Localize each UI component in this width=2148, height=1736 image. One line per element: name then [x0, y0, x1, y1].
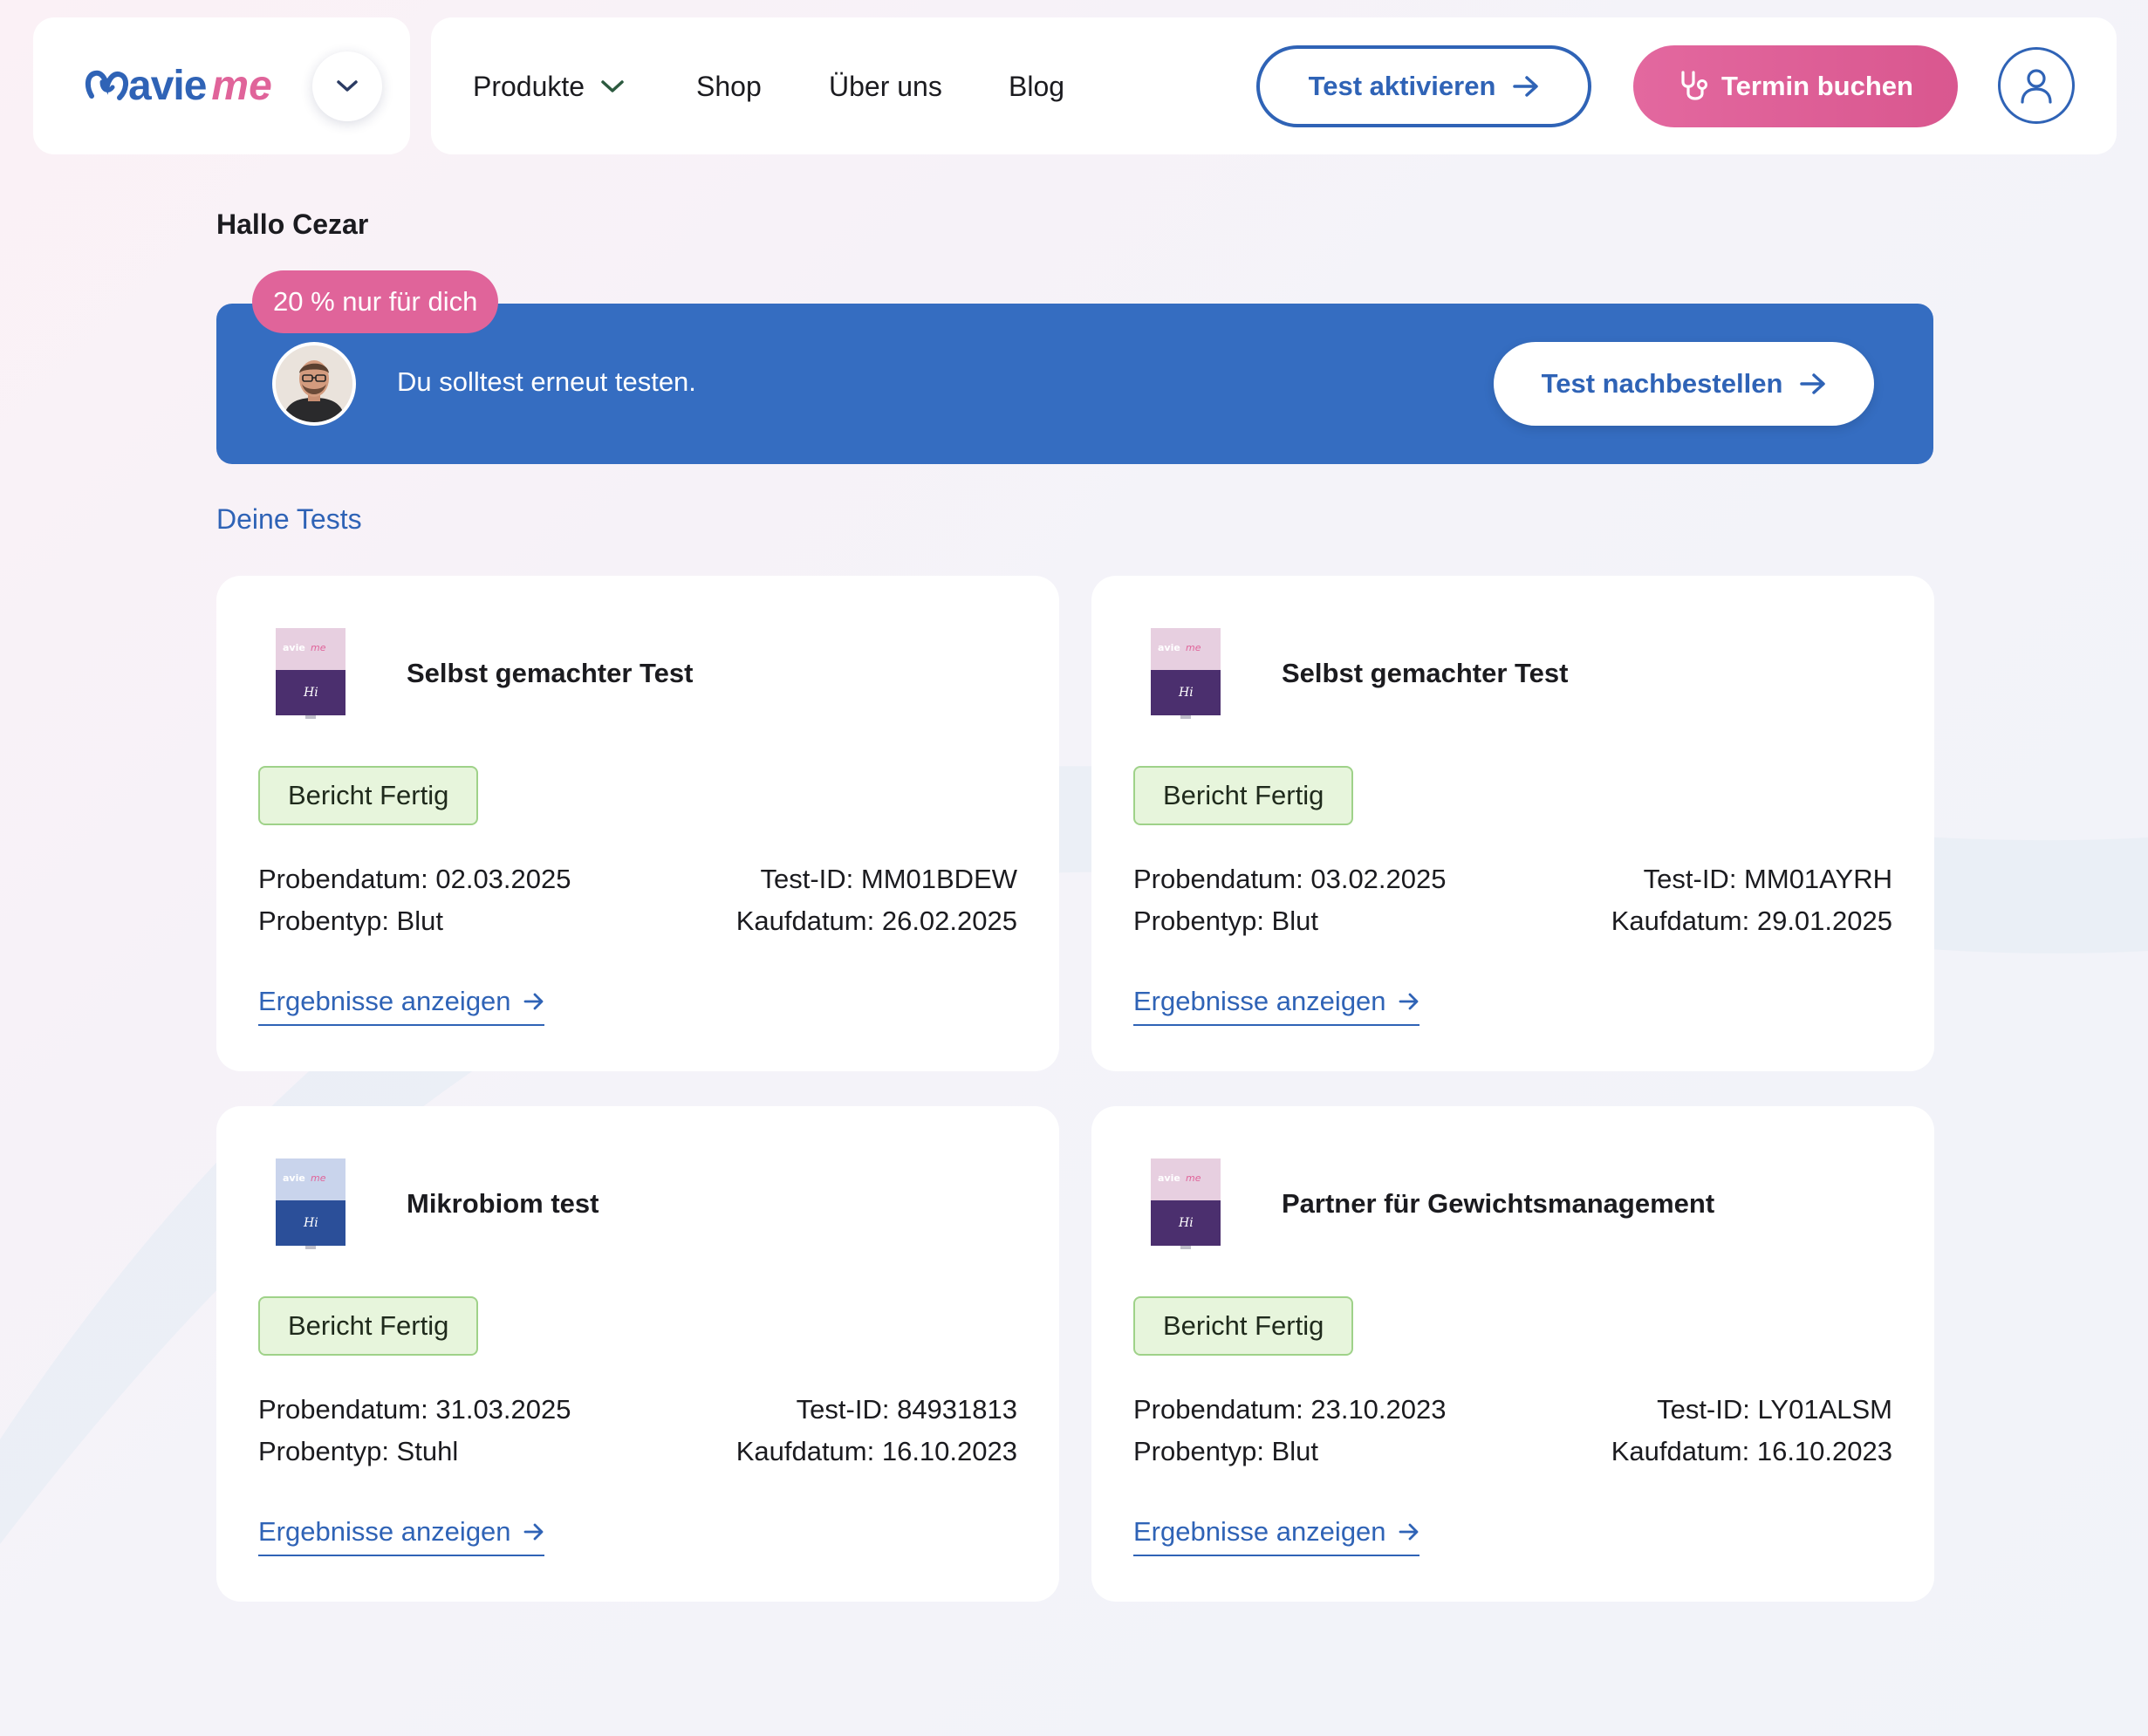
nav-item-ueber-uns[interactable]: Über uns	[829, 65, 942, 108]
test-title: Partner für Gewichtsmanagement	[1282, 1188, 1715, 1219]
svg-text:Hi: Hi	[1178, 1216, 1194, 1230]
book-appointment-label: Termin buchen	[1721, 71, 1913, 101]
nav-item-shop[interactable]: Shop	[696, 65, 762, 108]
test-card: avie me Hi Mikrobiom test Bericht Fertig…	[216, 1106, 1059, 1602]
sample-date: Probendatum: 23.10.2023	[1133, 1394, 1447, 1425]
stethoscope-icon	[1681, 71, 1708, 100]
arrow-right-icon	[1800, 373, 1826, 394]
svg-text:Hi: Hi	[1178, 686, 1194, 700]
status-badge: Bericht Fertig	[258, 766, 479, 825]
purchase-date: Kaufdatum: 16.10.2023	[1611, 1436, 1892, 1466]
nav-item-label: Über uns	[829, 71, 942, 102]
activate-test-label: Test aktivieren	[1308, 71, 1496, 101]
chevron-down-icon	[601, 80, 624, 92]
advisor-avatar	[272, 342, 356, 426]
view-results-link[interactable]: Ergebnisse anzeigen	[258, 1516, 544, 1556]
activate-test-button[interactable]: Test aktivieren	[1256, 45, 1591, 127]
heart-m-icon	[85, 70, 128, 100]
test-title: Selbst gemachter Test	[1282, 658, 1569, 688]
chevron-down-icon	[337, 80, 358, 92]
arrow-right-icon	[1399, 993, 1418, 1010]
brand-menu-toggle[interactable]	[312, 51, 382, 121]
svg-text:Hi: Hi	[303, 686, 318, 700]
status-badge: Bericht Fertig	[1133, 1296, 1354, 1356]
nav-item-label: Shop	[696, 71, 762, 102]
brand-logo-avie: avie	[128, 62, 207, 109]
sample-date: Probendatum: 31.03.2025	[258, 1394, 571, 1425]
nav-item-produkte[interactable]: Produkte	[473, 65, 625, 108]
profile-button[interactable]	[1998, 47, 2075, 124]
svg-text:avie: avie	[1158, 1172, 1180, 1184]
discount-badge: 20 % nur für dich	[252, 270, 499, 333]
svg-text:avie: avie	[1158, 642, 1180, 653]
reorder-message: Du solltest erneut testen.	[397, 366, 696, 397]
test-kit-image: avie me Hi	[1151, 628, 1221, 719]
sample-date: Probendatum: 02.03.2025	[258, 864, 571, 894]
arrow-right-icon	[1513, 76, 1539, 97]
svg-text:me: me	[1186, 1172, 1201, 1184]
purchase-date: Kaufdatum: 26.02.2025	[735, 906, 1017, 936]
test-id: Test-ID: 84931813	[796, 1394, 1017, 1425]
test-card: avie me Hi Selbst gemachter Test Bericht…	[216, 576, 1059, 1071]
svg-text:me: me	[311, 642, 326, 653]
svg-text:me: me	[311, 1172, 326, 1184]
sample-type: Probentyp: Blut	[258, 906, 443, 936]
top-navigation: Produkte Shop Über uns Blog Test aktivie…	[431, 17, 2117, 154]
view-results-link[interactable]: Ergebnisse anzeigen	[258, 986, 544, 1026]
purchase-date: Kaufdatum: 16.10.2023	[735, 1436, 1017, 1466]
test-title: Mikrobiom test	[407, 1188, 599, 1219]
book-appointment-button[interactable]: Termin buchen	[1633, 45, 1958, 127]
sample-type: Probentyp: Blut	[1133, 1436, 1318, 1466]
status-badge: Bericht Fertig	[258, 1296, 479, 1356]
nav-item-label: Produkte	[473, 71, 585, 102]
arrow-right-icon	[523, 993, 543, 1010]
arrow-right-icon	[1399, 1523, 1418, 1541]
sample-type: Probentyp: Stuhl	[258, 1436, 459, 1466]
view-results-link[interactable]: Ergebnisse anzeigen	[1133, 1516, 1419, 1556]
test-card: avie me Hi Partner für Gewichtsmanagemen…	[1091, 1106, 1934, 1602]
test-kit-image: avie me Hi	[1151, 1158, 1221, 1249]
status-badge: Bericht Fertig	[1133, 766, 1354, 825]
tests-section-title: Deine Tests	[216, 503, 362, 535]
reorder-test-label: Test nachbestellen	[1541, 368, 1783, 399]
test-id: Test-ID: LY01ALSM	[1657, 1394, 1892, 1425]
test-kit-image: avie me Hi	[276, 1158, 345, 1249]
view-results-label: Ergebnisse anzeigen	[1133, 986, 1386, 1016]
test-id: Test-ID: MM01AYRH	[1643, 864, 1892, 894]
person-portrait-icon	[276, 345, 352, 422]
svg-text:avie: avie	[283, 642, 305, 653]
sample-type: Probentyp: Blut	[1133, 906, 1318, 936]
logo-container: avie me	[33, 17, 410, 154]
view-results-label: Ergebnisse anzeigen	[258, 986, 511, 1016]
svg-text:Hi: Hi	[303, 1216, 318, 1230]
test-kit-image: avie me Hi	[276, 628, 345, 719]
svg-text:me: me	[1186, 642, 1201, 653]
brand-logo[interactable]: avie me	[83, 59, 272, 112]
test-id: Test-ID: MM01BDEW	[760, 864, 1017, 894]
greeting-heading: Hallo Cezar	[216, 208, 369, 240]
view-results-link[interactable]: Ergebnisse anzeigen	[1133, 986, 1419, 1026]
arrow-right-icon	[523, 1523, 543, 1541]
svg-text:avie: avie	[283, 1172, 305, 1184]
user-icon	[2021, 69, 2052, 104]
view-results-label: Ergebnisse anzeigen	[1133, 1516, 1386, 1547]
test-title: Selbst gemachter Test	[407, 658, 694, 688]
purchase-date: Kaufdatum: 29.01.2025	[1611, 906, 1892, 936]
nav-item-label: Blog	[1009, 71, 1065, 102]
brand-logo-me: me	[211, 62, 272, 109]
test-card: avie me Hi Selbst gemachter Test Bericht…	[1091, 576, 1934, 1071]
reorder-test-button[interactable]: Test nachbestellen	[1494, 342, 1874, 426]
nav-item-blog[interactable]: Blog	[1009, 65, 1064, 108]
view-results-label: Ergebnisse anzeigen	[258, 1516, 511, 1547]
sample-date: Probendatum: 03.02.2025	[1133, 864, 1447, 894]
